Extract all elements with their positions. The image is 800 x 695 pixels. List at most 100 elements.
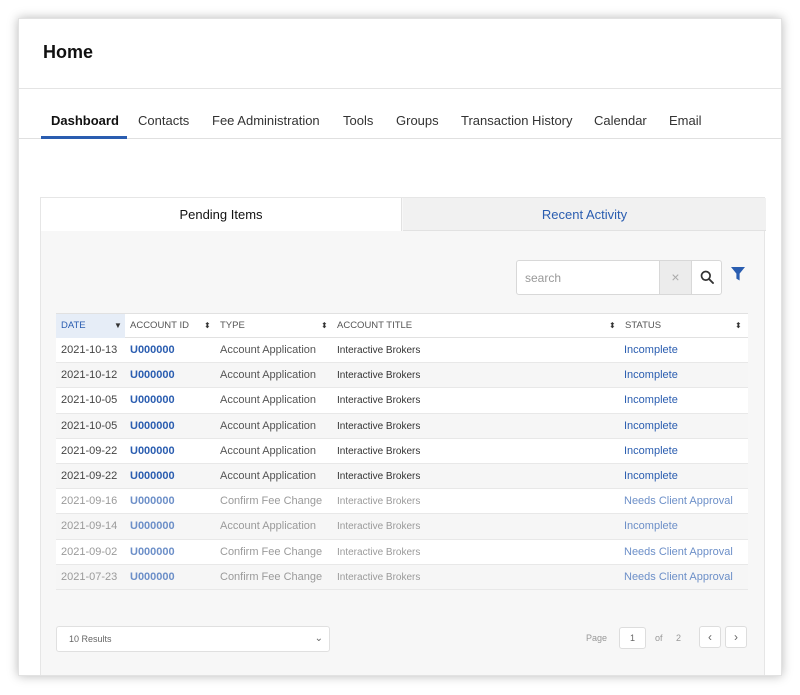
table-row[interactable]: 2021-07-23 U000000 Confirm Fee Change In…: [56, 564, 748, 590]
search-button[interactable]: [691, 261, 721, 294]
table-row[interactable]: 2021-09-22 U000000 Account Application I…: [56, 463, 748, 490]
clear-icon[interactable]: ×: [659, 261, 691, 294]
table-row[interactable]: 2021-10-05 U000000 Account Application I…: [56, 413, 748, 439]
cell-type: Confirm Fee Change: [220, 570, 323, 583]
column-label: DATE: [61, 320, 86, 331]
cell-account-id-link[interactable]: U000000: [130, 414, 175, 439]
tab-email[interactable]: Email: [669, 113, 702, 139]
cell-status-link[interactable]: Incomplete: [624, 388, 678, 413]
cell-status-link[interactable]: Incomplete: [624, 338, 678, 363]
cell-account-id-link[interactable]: U000000: [130, 489, 175, 514]
cell-status-link[interactable]: Needs Client Approval: [624, 565, 733, 590]
cell-account-id-link[interactable]: U000000: [130, 464, 175, 489]
cell-date: 2021-10-05: [61, 394, 118, 407]
cell-status-link[interactable]: Incomplete: [624, 514, 678, 539]
cell-status-link[interactable]: Incomplete: [624, 414, 678, 439]
cell-date: 2021-10-13: [61, 344, 118, 356]
cell-type: Account Application: [220, 469, 317, 482]
chevron-right-icon[interactable]: ›: [725, 626, 747, 648]
results-per-page-select[interactable]: 10 Results ⌄: [56, 626, 330, 652]
tab-recent-activity[interactable]: Recent Activity: [403, 198, 766, 231]
page-header: Home: [19, 19, 781, 89]
sort-icon: ⬍: [735, 321, 742, 330]
cell-account-title: Interactive Brokers: [337, 445, 421, 457]
search-icon: [700, 270, 714, 284]
results-label: 10 Results: [69, 634, 112, 644]
tab-contacts[interactable]: Contacts: [138, 113, 189, 139]
sort-icon: ▼: [114, 321, 122, 330]
tab-calendar[interactable]: Calendar: [594, 113, 647, 139]
cell-account-id-link[interactable]: U000000: [130, 439, 175, 464]
cell-account-title: Interactive Brokers: [337, 395, 421, 407]
column-label: ACCOUNT TITLE: [337, 320, 413, 331]
cell-date: 2021-09-22: [61, 469, 118, 482]
column-label: STATUS: [625, 320, 662, 331]
column-header-status[interactable]: STATUS ⬍: [620, 314, 748, 338]
tab-groups[interactable]: Groups: [396, 113, 439, 139]
cell-account-title: Interactive Brokers: [337, 521, 421, 533]
pending-items-table: DATE ▼ ACCOUNT ID ⬍ TYPE ⬍ ACCOUNT TITLE…: [56, 313, 748, 590]
table-row[interactable]: 2021-09-02 U000000 Confirm Fee Change In…: [56, 539, 748, 565]
cell-account-title: Interactive Brokers: [337, 470, 421, 482]
column-label: TYPE: [220, 320, 245, 331]
table-row[interactable]: 2021-10-05 U000000 Account Application I…: [56, 388, 748, 414]
table-row[interactable]: 2021-09-22 U000000 Account Application I…: [56, 438, 748, 464]
page-title: Home: [43, 42, 94, 62]
cell-account-title: Interactive Brokers: [337, 370, 421, 382]
sort-icon: ⬍: [321, 321, 328, 330]
cell-date: 2021-09-14: [61, 520, 118, 533]
column-header-account-title[interactable]: ACCOUNT TITLE ⬍: [332, 314, 620, 338]
table-row[interactable]: 2021-10-13 U000000 Account Application I…: [56, 338, 748, 364]
table-body: 2021-10-13 U000000 Account Application I…: [56, 338, 748, 590]
cell-date: 2021-10-05: [61, 419, 118, 432]
table-footer: 10 Results ⌄ Page 1 of 2 ‹ ›: [56, 626, 748, 652]
cell-account-title: Interactive Brokers: [337, 420, 421, 432]
dashboard-card: Pending Items Recent Activity × DATE ▼: [40, 197, 766, 675]
tab-fee-administration[interactable]: Fee Administration: [212, 113, 320, 139]
page-number-input[interactable]: 1: [619, 627, 646, 649]
search-input[interactable]: [517, 261, 659, 294]
active-tab-indicator: [41, 136, 127, 139]
cell-date: 2021-09-16: [61, 495, 118, 508]
tab-transaction-history[interactable]: Transaction History: [461, 113, 573, 139]
column-header-date[interactable]: DATE ▼: [56, 314, 125, 338]
cell-type: Account Application: [220, 344, 317, 356]
cell-account-id-link[interactable]: U000000: [130, 565, 175, 590]
cell-status-link[interactable]: Needs Client Approval: [624, 489, 733, 514]
cell-account-title: Interactive Brokers: [337, 571, 421, 583]
column-header-account-id[interactable]: ACCOUNT ID ⬍: [125, 314, 215, 338]
tab-tools[interactable]: Tools: [343, 113, 373, 139]
cell-type: Account Application: [220, 444, 317, 457]
nav-tabs: Dashboard Contacts Fee Administration To…: [19, 113, 781, 139]
cell-status-link[interactable]: Incomplete: [624, 363, 678, 388]
total-pages: 2: [676, 633, 682, 643]
cell-type: Account Application: [220, 520, 317, 533]
cell-account-id-link[interactable]: U000000: [130, 363, 175, 388]
cell-status-link[interactable]: Incomplete: [624, 464, 678, 489]
table-row[interactable]: 2021-10-12 U000000 Account Application I…: [56, 363, 748, 389]
filter-button[interactable]: [730, 266, 746, 282]
tab-pending-items[interactable]: Pending Items: [41, 198, 402, 231]
cell-date: 2021-07-23: [61, 570, 118, 583]
cell-account-id-link[interactable]: U000000: [130, 540, 175, 565]
cell-status-link[interactable]: Incomplete: [624, 439, 678, 464]
cell-type: Account Application: [220, 419, 317, 432]
cell-date: 2021-09-22: [61, 444, 118, 457]
cell-status-link[interactable]: Needs Client Approval: [624, 540, 733, 565]
chevron-left-icon[interactable]: ‹: [699, 626, 721, 648]
sort-icon: ⬍: [609, 321, 616, 330]
column-header-type[interactable]: TYPE ⬍: [215, 314, 332, 338]
sort-icon: ⬍: [204, 321, 211, 330]
table-row[interactable]: 2021-09-14 U000000 Account Application I…: [56, 514, 748, 540]
of-label: of: [655, 633, 663, 643]
chevron-down-icon: ⌄: [314, 633, 323, 644]
cell-date: 2021-10-12: [61, 369, 118, 382]
cell-type: Account Application: [220, 394, 317, 407]
page-label: Page: [586, 633, 608, 643]
filter-icon: [731, 267, 745, 281]
cell-account-id-link[interactable]: U000000: [130, 338, 175, 363]
table-row[interactable]: 2021-09-16 U000000 Confirm Fee Change In…: [56, 489, 748, 515]
cell-account-id-link[interactable]: U000000: [130, 388, 175, 413]
cell-account-id-link[interactable]: U000000: [130, 514, 175, 539]
cell-type: Account Application: [220, 369, 317, 382]
